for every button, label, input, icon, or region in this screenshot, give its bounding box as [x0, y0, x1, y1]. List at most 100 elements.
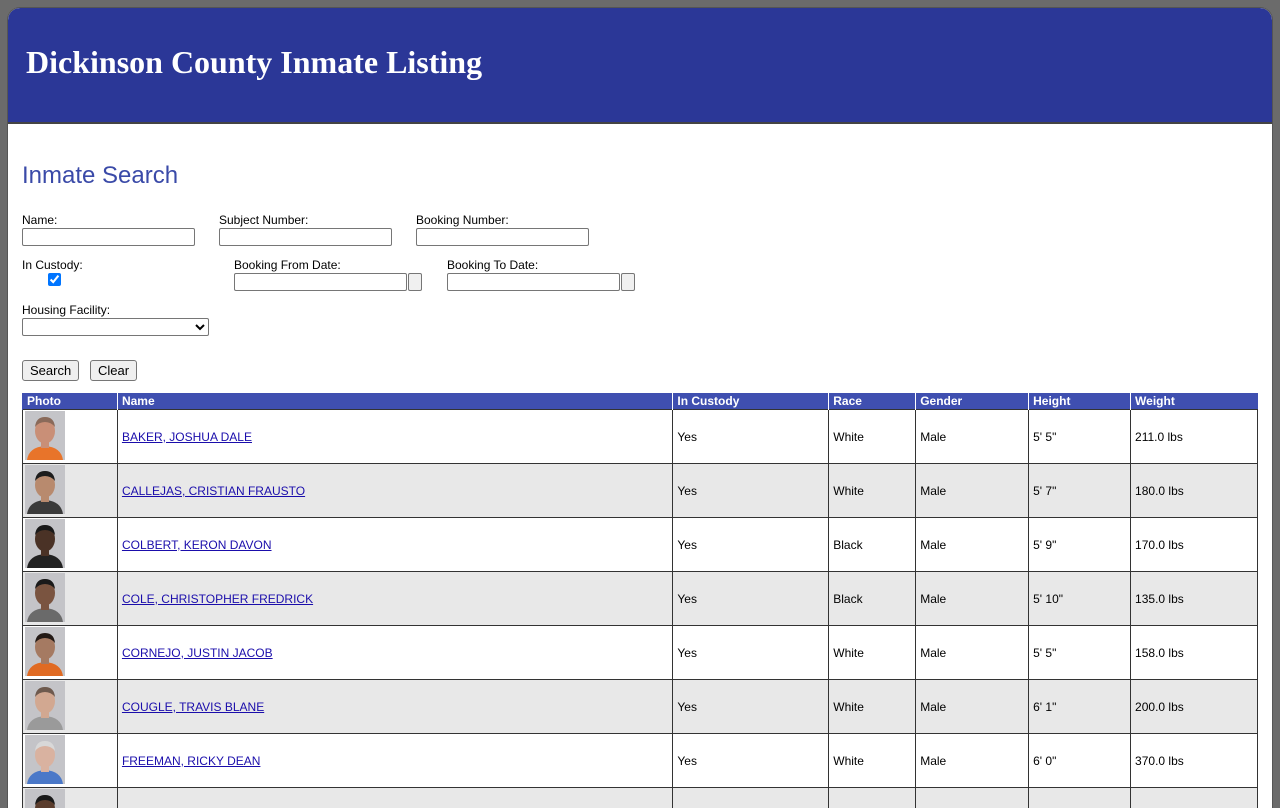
- gender-cell: Male: [916, 734, 1029, 788]
- weight-cell: 370.0 lbs: [1131, 734, 1258, 788]
- gender-cell: Male: [916, 518, 1029, 572]
- booking-to-date-input[interactable]: [447, 273, 620, 291]
- inmate-photo[interactable]: [25, 681, 65, 730]
- weight-cell: 158.0 lbs: [1131, 626, 1258, 680]
- photo-cell: [23, 788, 118, 808]
- inmate-results-table: Photo Name In Custody Race Gender Height…: [22, 393, 1258, 808]
- race-cell: White: [829, 410, 916, 464]
- inmate-name-link[interactable]: COUGLE, TRAVIS BLANE: [122, 700, 264, 714]
- main-content: Inmate Search Name: Subject Number: Book…: [8, 124, 1272, 808]
- inmate-name-link[interactable]: BAKER, JOSHUA DALE: [122, 430, 252, 444]
- booking-from-date-label: Booking From Date:: [234, 258, 422, 272]
- weight-cell: 135.0 lbs: [1131, 572, 1258, 626]
- inmate-name-link[interactable]: FREEMAN, RICKY DEAN: [122, 754, 260, 768]
- race-cell: White: [829, 626, 916, 680]
- in-custody-cell: Yes: [673, 680, 829, 734]
- column-header-name[interactable]: Name: [117, 393, 672, 410]
- site-header: Dickinson County Inmate Listing: [8, 8, 1272, 124]
- table-row: COLBERT, KERON DAVONYesBlackMale5' 9"170…: [23, 518, 1258, 572]
- inmate-photo[interactable]: [25, 627, 65, 676]
- booking-to-calendar-button[interactable]: [621, 273, 635, 291]
- gender-cell: Male: [916, 788, 1029, 808]
- in-custody-field: In Custody:: [22, 258, 83, 289]
- height-cell: 5' 5": [1029, 626, 1131, 680]
- inmate-name-link[interactable]: CORNEJO, JUSTIN JACOB: [122, 646, 273, 660]
- table-header-row: Photo Name In Custody Race Gender Height…: [23, 393, 1258, 410]
- booking-from-calendar-button[interactable]: [408, 273, 422, 291]
- table-row: BAKER, JOSHUA DALEYesWhiteMale5' 5"211.0…: [23, 410, 1258, 464]
- height-cell: 5' 7": [1029, 464, 1131, 518]
- housing-facility-select[interactable]: [22, 318, 209, 336]
- inmate-photo[interactable]: [25, 519, 65, 568]
- search-button[interactable]: Search: [22, 360, 79, 381]
- column-header-gender[interactable]: Gender: [916, 393, 1029, 410]
- booking-from-date-field: Booking From Date:: [234, 258, 422, 291]
- column-header-height[interactable]: Height: [1029, 393, 1131, 410]
- table-row: COUGLE, TRAVIS BLANEYesWhiteMale6' 1"200…: [23, 680, 1258, 734]
- weight-cell: 180.0 lbs: [1131, 464, 1258, 518]
- gender-cell: Male: [916, 572, 1029, 626]
- height-cell: 5' 5": [1029, 410, 1131, 464]
- booking-number-field: Booking Number:: [416, 213, 589, 246]
- photo-cell: [23, 410, 118, 464]
- name-label: Name:: [22, 213, 195, 227]
- column-header-photo[interactable]: Photo: [23, 393, 118, 410]
- booking-to-date-field: Booking To Date:: [447, 258, 635, 291]
- in-custody-checkbox[interactable]: [48, 273, 61, 286]
- column-header-in-custody[interactable]: In Custody: [673, 393, 829, 410]
- clear-button[interactable]: Clear: [90, 360, 137, 381]
- column-header-weight[interactable]: Weight: [1131, 393, 1258, 410]
- inmate-photo[interactable]: [25, 411, 65, 460]
- photo-cell: [23, 626, 118, 680]
- in-custody-cell: Yes: [673, 464, 829, 518]
- inmate-name-link[interactable]: CALLEJAS, CRISTIAN FRAUSTO: [122, 484, 305, 498]
- in-custody-cell: Yes: [673, 788, 829, 808]
- name-input[interactable]: [22, 228, 195, 246]
- subject-number-input[interactable]: [219, 228, 392, 246]
- booking-from-date-input[interactable]: [234, 273, 407, 291]
- height-cell: 6' 0": [1029, 734, 1131, 788]
- height-cell: 6' 1": [1029, 680, 1131, 734]
- inmate-photo[interactable]: [25, 735, 65, 784]
- housing-facility-label: Housing Facility:: [22, 303, 209, 317]
- column-header-race[interactable]: Race: [829, 393, 916, 410]
- photo-cell: [23, 572, 118, 626]
- inmate-name-link[interactable]: COLE, CHRISTOPHER FREDRICK: [122, 592, 313, 606]
- table-row: GASPER, RICKY LEONYesBlackMale6' 0"220.0…: [23, 788, 1258, 808]
- booking-number-input[interactable]: [416, 228, 589, 246]
- subject-number-field: Subject Number:: [219, 213, 392, 246]
- name-cell: FREEMAN, RICKY DEAN: [117, 734, 672, 788]
- name-field: Name:: [22, 213, 195, 246]
- inmate-photo[interactable]: [25, 573, 65, 622]
- booking-number-label: Booking Number:: [416, 213, 589, 227]
- housing-facility-field: Housing Facility:: [22, 303, 209, 336]
- name-cell: CORNEJO, JUSTIN JACOB: [117, 626, 672, 680]
- name-cell: BAKER, JOSHUA DALE: [117, 410, 672, 464]
- name-cell: CALLEJAS, CRISTIAN FRAUSTO: [117, 464, 672, 518]
- in-custody-label: In Custody:: [22, 258, 83, 272]
- height-cell: 5' 10": [1029, 572, 1131, 626]
- booking-to-date-label: Booking To Date:: [447, 258, 635, 272]
- table-row: COLE, CHRISTOPHER FREDRICKYesBlackMale5'…: [23, 572, 1258, 626]
- subject-number-label: Subject Number:: [219, 213, 392, 227]
- gender-cell: Male: [916, 680, 1029, 734]
- name-cell: COUGLE, TRAVIS BLANE: [117, 680, 672, 734]
- inmate-photo[interactable]: [25, 789, 65, 808]
- race-cell: White: [829, 680, 916, 734]
- race-cell: White: [829, 734, 916, 788]
- weight-cell: 220.0 lbs: [1131, 788, 1258, 808]
- photo-cell: [23, 734, 118, 788]
- inmate-photo[interactable]: [25, 465, 65, 514]
- in-custody-cell: Yes: [673, 734, 829, 788]
- in-custody-cell: Yes: [673, 518, 829, 572]
- photo-cell: [23, 464, 118, 518]
- inmate-name-link[interactable]: COLBERT, KERON DAVON: [122, 538, 272, 552]
- in-custody-cell: Yes: [673, 410, 829, 464]
- in-custody-cell: Yes: [673, 572, 829, 626]
- height-cell: 5' 9": [1029, 518, 1131, 572]
- search-section-title: Inmate Search: [22, 164, 178, 188]
- race-cell: Black: [829, 788, 916, 808]
- name-cell: GASPER, RICKY LEON: [117, 788, 672, 808]
- name-cell: COLE, CHRISTOPHER FREDRICK: [117, 572, 672, 626]
- site-title: Dickinson County Inmate Listing: [26, 46, 482, 78]
